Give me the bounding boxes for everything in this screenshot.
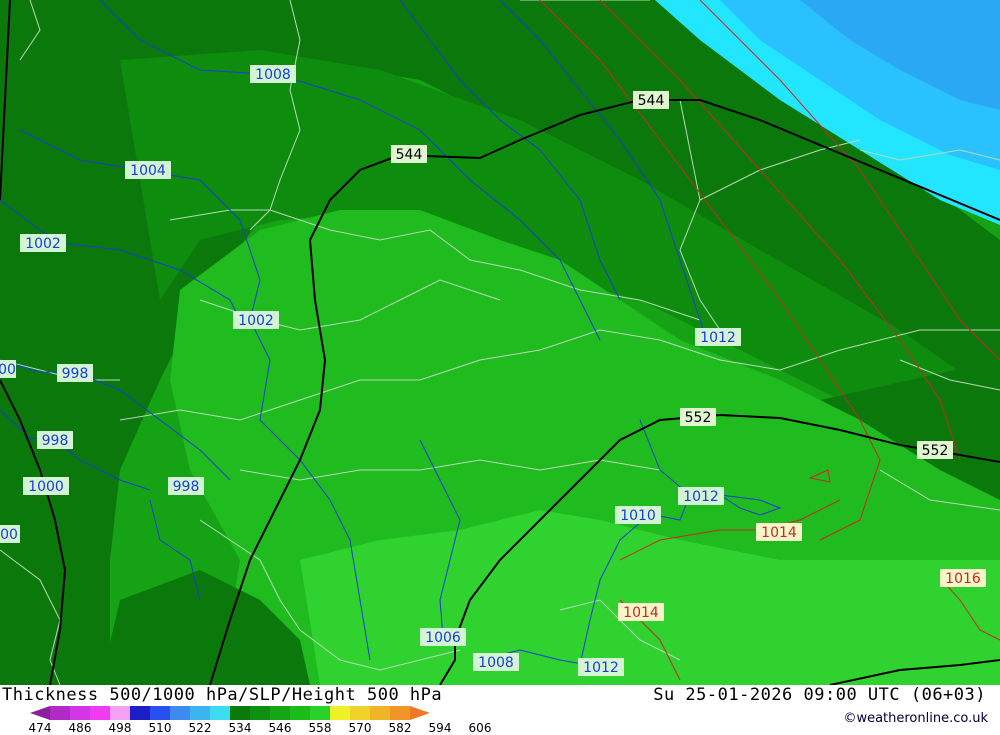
isobar-label: 1000 [23, 477, 69, 495]
credit-text[interactable]: ©weatheronline.co.uk [843, 711, 988, 726]
svg-text:1014: 1014 [623, 605, 659, 621]
svg-text:00: 00 [0, 527, 18, 543]
isobar-label: 1012 [578, 658, 624, 676]
scale-swatch [350, 706, 370, 720]
svg-text:998: 998 [42, 433, 69, 449]
scale-swatch [270, 706, 290, 720]
svg-text:1010: 1010 [620, 508, 656, 524]
scale-swatch [210, 706, 230, 720]
height-label: 552 [917, 441, 953, 459]
svg-text:1008: 1008 [478, 655, 514, 671]
isobar-label: 1002 [233, 311, 279, 329]
isobar-label: 00 [0, 360, 16, 378]
color-scale [30, 706, 430, 720]
isobar-label: 998 [37, 431, 73, 449]
scale-swatch [70, 706, 90, 720]
svg-text:1004: 1004 [130, 163, 166, 179]
svg-text:1014: 1014 [761, 525, 797, 541]
svg-text:998: 998 [62, 366, 89, 382]
scale-swatch [390, 706, 410, 720]
scale-swatch [250, 706, 270, 720]
height-label: 544 [633, 91, 669, 109]
isobar-label: 1008 [473, 653, 519, 671]
scale-swatch [310, 706, 330, 720]
svg-text:1012: 1012 [700, 330, 736, 346]
isobar-label: 1014 [618, 603, 664, 621]
svg-text:1000: 1000 [28, 479, 64, 495]
svg-text:1012: 1012 [683, 489, 719, 505]
height-label: 552 [680, 408, 716, 426]
map-footer: Thickness 500/1000 hPa/SLP/Height 500 hP… [0, 685, 1000, 735]
scale-swatch [50, 706, 70, 720]
scale-swatch [130, 706, 150, 720]
svg-text:544: 544 [396, 147, 423, 163]
svg-text:552: 552 [922, 443, 949, 459]
isobar-label: 998 [57, 364, 93, 382]
isobar-label: 1002 [20, 234, 66, 252]
isobar-label: 1008 [250, 65, 296, 83]
isobar-label: 1004 [125, 161, 171, 179]
svg-text:1012: 1012 [583, 660, 619, 676]
isobar-label: 1012 [695, 328, 741, 346]
map-title: Thickness 500/1000 hPa/SLP/Height 500 hP… [2, 685, 443, 705]
isobar-label: 1012 [678, 487, 724, 505]
weather-map: 1008 1004 1002 1002 998 998 998 1000 101… [0, 0, 1000, 685]
scale-swatch [170, 706, 190, 720]
scale-swatch [90, 706, 110, 720]
isobar-label: 00 [0, 525, 20, 543]
scale-swatch [190, 706, 210, 720]
svg-text:1002: 1002 [25, 236, 61, 252]
scale-swatch [230, 706, 250, 720]
scale-swatch [110, 706, 130, 720]
scale-swatch [30, 706, 50, 720]
isobar-label: 1014 [756, 523, 802, 541]
scale-swatch [290, 706, 310, 720]
svg-text:552: 552 [685, 410, 712, 426]
isobar-label: 1010 [615, 506, 661, 524]
svg-text:1016: 1016 [945, 571, 981, 587]
svg-text:00: 00 [0, 362, 16, 378]
svg-text:998: 998 [173, 479, 200, 495]
valid-datetime: Su 25-01-2026 09:00 UTC (06+03) [653, 685, 986, 705]
scale-swatch [410, 706, 430, 720]
scale-swatch [330, 706, 350, 720]
scale-swatch [370, 706, 390, 720]
color-scale-ticks: 474 486 498 510 522 534 546 558 570 582 594 606 [29, 721, 510, 735]
isobar-label: 1016 [940, 569, 986, 587]
height-label: 544 [391, 145, 427, 163]
svg-text:1008: 1008 [255, 67, 291, 83]
svg-text:1006: 1006 [425, 630, 461, 646]
svg-text:1002: 1002 [238, 313, 274, 329]
scale-swatch [150, 706, 170, 720]
svg-text:544: 544 [638, 93, 665, 109]
isobar-label: 1006 [420, 628, 466, 646]
isobar-label: 998 [168, 477, 204, 495]
